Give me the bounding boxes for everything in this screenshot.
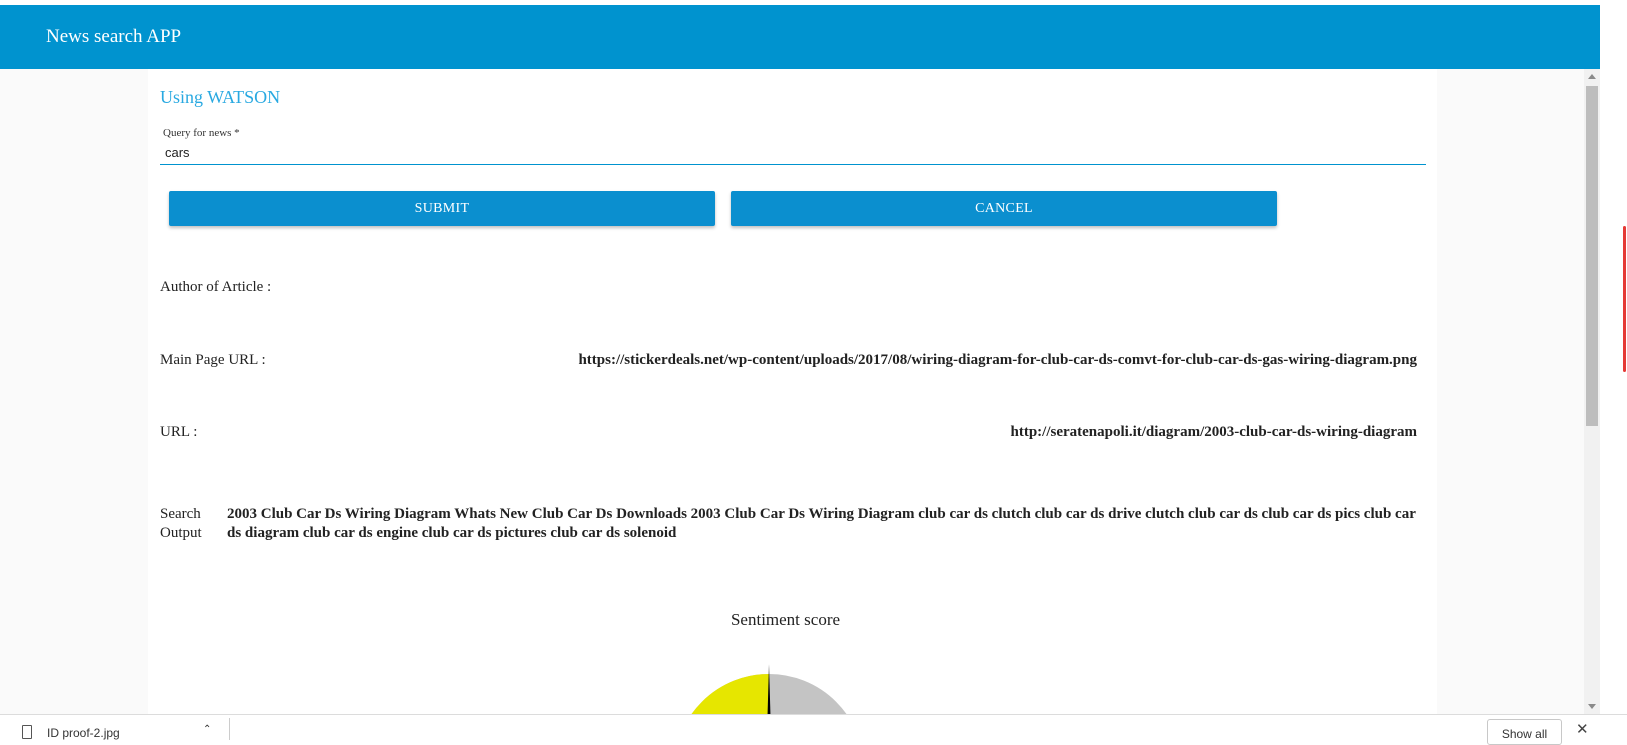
divider — [229, 718, 230, 740]
scroll-up-arrow-icon[interactable] — [1588, 74, 1596, 79]
main-page-url-value: https://stickerdeals.net/wp-content/uplo… — [578, 352, 1417, 368]
query-input[interactable] — [160, 141, 1426, 165]
main-card: Using WATSON Query for news * SUBMIT CAN… — [148, 69, 1437, 714]
download-item[interactable]: ID proof-2.jpg ⌃ — [18, 719, 214, 740]
vertical-scrollbar[interactable] — [1584, 69, 1600, 714]
file-icon — [22, 725, 32, 739]
show-all-button[interactable]: Show all — [1487, 719, 1562, 745]
scroll-position-marker — [1623, 226, 1626, 372]
app-bar: News search APP — [0, 5, 1600, 69]
search-output-value: 2003 Club Car Ds Wiring Diagram Whats Ne… — [227, 506, 1416, 541]
url-value: http://seratenapoli.it/diagram/2003-club… — [1010, 424, 1418, 440]
author-label: Author of Article : — [160, 279, 272, 295]
close-icon[interactable]: ✕ — [1576, 720, 1589, 738]
submit-button[interactable]: SUBMIT — [169, 191, 715, 226]
url-label: URL : — [160, 424, 198, 440]
page-subtitle: Using WATSON — [160, 87, 281, 107]
main-page-url-label: Main Page URL : — [160, 352, 266, 368]
search-output-label: Search Output — [160, 506, 202, 541]
scrollbar-thumb[interactable] — [1586, 86, 1598, 426]
gauge-fill — [691, 674, 770, 714]
app-title: News search APP — [46, 26, 182, 47]
cancel-button[interactable]: CANCEL — [731, 191, 1277, 226]
chevron-up-icon[interactable]: ⌃ — [203, 724, 211, 735]
query-label: Query for news * — [163, 127, 240, 139]
downloads-bar: ID proof-2.jpg ⌃ Show all ✕ — [0, 714, 1627, 745]
scroll-down-arrow-icon[interactable] — [1588, 704, 1596, 709]
sentiment-gauge — [691, 664, 847, 714]
